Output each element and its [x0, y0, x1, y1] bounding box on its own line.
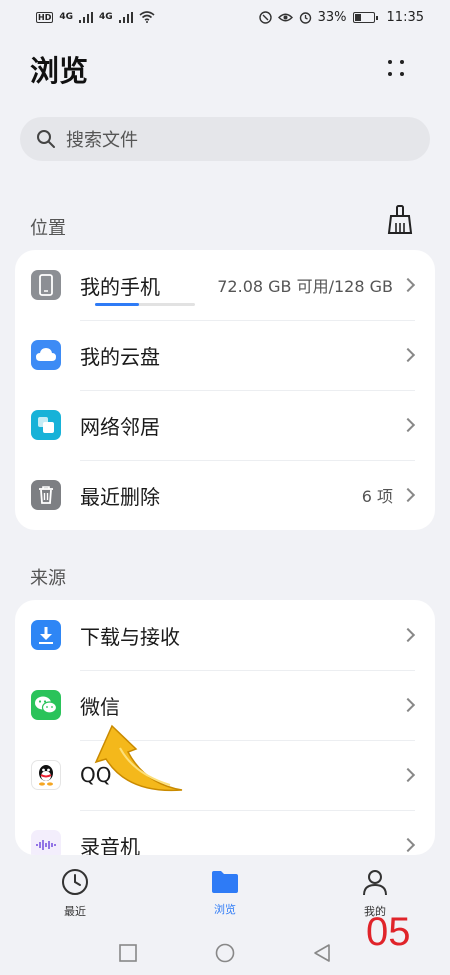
trash-icon [31, 480, 61, 510]
source-item-wechat[interactable]: 微信 [15, 670, 435, 740]
source-item-qq[interactable]: QQ [15, 740, 435, 810]
qq-icon [31, 760, 61, 790]
nav-browse[interactable]: 浏览 [170, 869, 280, 917]
chevron-right-icon [400, 767, 416, 783]
nav-recent[interactable]: 最近 [20, 867, 130, 919]
source-item-label: 微信 [80, 694, 120, 719]
alarm-icon [299, 11, 311, 24]
status-bar: HD 4G 4G 33% 11:35 [0, 0, 450, 34]
storage-value: 72.08 GB 可用/128 GB [217, 277, 393, 296]
phone-icon [31, 270, 61, 300]
more-options-button[interactable] [384, 56, 412, 84]
chevron-right-icon [400, 837, 416, 853]
chevron-right-icon [400, 627, 416, 643]
clock-icon [62, 868, 88, 895]
location-section-label: 位置 [30, 218, 66, 239]
download-icon [31, 620, 61, 650]
location-item-label: 网络邻居 [80, 414, 160, 439]
storage-progress-bar [95, 303, 195, 306]
storage-progress-fill [95, 303, 139, 306]
hd-indicator: HD [36, 11, 54, 23]
source-section-label: 来源 [30, 568, 66, 589]
clock-time: 11:35 [386, 9, 424, 25]
source-item-label: 录音机 [80, 834, 140, 856]
page-title: 浏览 [30, 54, 89, 88]
person-icon [363, 869, 387, 895]
clean-button[interactable] [386, 205, 414, 235]
source-item-downloads[interactable]: 下载与接收 [15, 600, 435, 670]
location-item-cloud[interactable]: 我的云盘 [15, 320, 435, 390]
nav-label: 最近 [64, 904, 86, 918]
battery-icon [352, 11, 378, 23]
home-icon[interactable] [215, 943, 235, 963]
location-item-my-phone[interactable]: 我的手机 72.08 GB 可用/128 GB [15, 250, 435, 320]
wifi-icon [139, 11, 155, 23]
signal-1-label: 4G [59, 12, 73, 22]
chevron-right-icon [400, 487, 416, 503]
battery-percent: 33% [317, 9, 347, 25]
location-item-recently-deleted[interactable]: 最近删除 6 项 [15, 460, 435, 530]
recent-apps-icon[interactable] [119, 943, 137, 962]
location-item-network[interactable]: 网络邻居 [15, 390, 435, 460]
source-item-recorder[interactable]: 录音机 [15, 810, 435, 855]
annotation-number: 05 [366, 910, 411, 954]
cloud-icon [31, 340, 61, 370]
status-left: HD 4G 4G [36, 11, 155, 23]
folder-icon [212, 870, 238, 893]
nav-label: 浏览 [214, 902, 236, 916]
broom-icon [387, 205, 413, 234]
deleted-count: 6 项 [361, 487, 393, 506]
signal-icon [118, 11, 133, 23]
source-item-label: 下载与接收 [80, 624, 180, 649]
recorder-icon [31, 830, 61, 855]
search-icon [37, 130, 55, 148]
signal-2-label: 4G [99, 12, 113, 22]
wechat-icon [31, 690, 61, 720]
chevron-right-icon [400, 347, 416, 363]
source-card: 下载与接收 微信 QQ 录音机 [15, 600, 435, 855]
search-placeholder: 搜索文件 [66, 130, 138, 151]
back-icon[interactable] [313, 943, 331, 963]
annotation-arrow [94, 724, 183, 792]
chevron-right-icon [400, 277, 416, 293]
network-icon [31, 410, 61, 440]
location-card: 我的手机 72.08 GB 可用/128 GB 我的云盘 网络邻居 最近删除 6… [15, 250, 435, 530]
location-item-label: 我的云盘 [80, 344, 160, 369]
search-input[interactable]: 搜索文件 [20, 117, 430, 161]
nfc-icon [258, 10, 272, 24]
chevron-right-icon [400, 417, 416, 433]
signal-icon [79, 11, 93, 23]
eye-icon [277, 13, 293, 21]
status-right: 33% 11:35 [258, 9, 424, 25]
location-item-label: 我的手机 [80, 274, 160, 299]
location-item-label: 最近删除 [80, 484, 160, 509]
chevron-right-icon [400, 697, 416, 713]
